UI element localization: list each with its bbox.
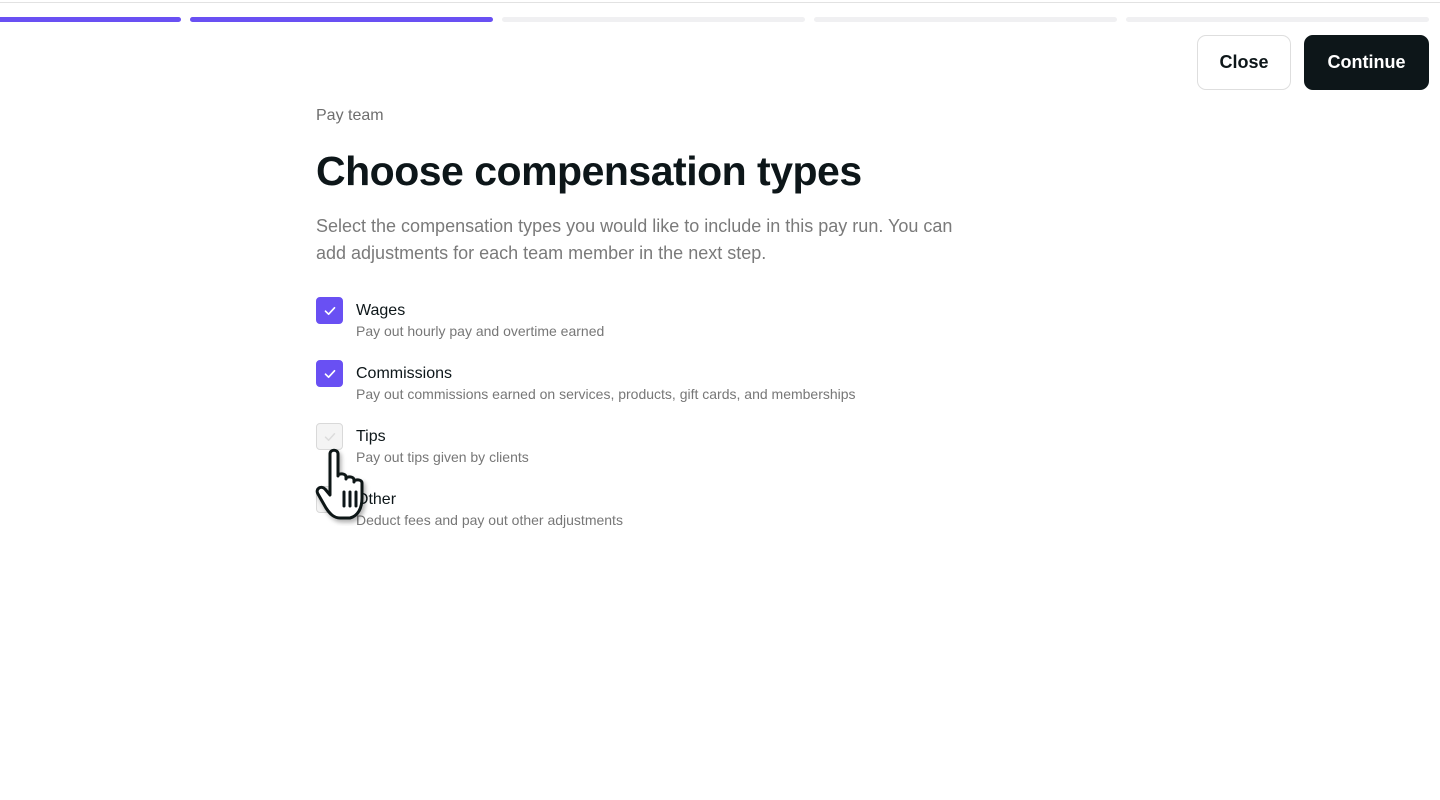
commissions-checkbox[interactable] <box>316 360 343 387</box>
wages-checkbox[interactable] <box>316 297 343 324</box>
progress-step-5 <box>1126 17 1429 22</box>
option-description: Pay out commissions earned on services, … <box>356 386 856 402</box>
other-checkbox[interactable] <box>316 486 343 513</box>
option-label: Wages <box>356 302 406 319</box>
option-commissions[interactable]: Commissions Pay out commissions earned o… <box>316 359 1016 422</box>
progress-bar <box>0 17 1440 22</box>
progress-step-1 <box>0 17 181 22</box>
close-button[interactable]: Close <box>1197 35 1291 90</box>
page-header: Pay team Choose compensation types Selec… <box>316 105 1016 267</box>
tips-checkbox[interactable] <box>316 423 343 450</box>
check-icon <box>324 432 335 441</box>
progress-step-3 <box>502 17 805 22</box>
option-wages[interactable]: Wages Pay out hourly pay and overtime ea… <box>316 296 1016 359</box>
option-label: Tips <box>356 428 386 445</box>
check-icon <box>324 306 335 315</box>
page-title: Choose compensation types <box>316 148 862 194</box>
continue-button[interactable]: Continue <box>1304 35 1429 90</box>
option-other[interactable]: Other Deduct fees and pay out other adju… <box>316 485 1016 548</box>
option-description: Deduct fees and pay out other adjustment… <box>356 512 623 528</box>
option-description: Pay out hourly pay and overtime earned <box>356 323 605 339</box>
progress-step-2 <box>190 17 493 22</box>
option-tips[interactable]: Tips Pay out tips given by clients <box>316 422 1016 485</box>
compensation-options: Wages Pay out hourly pay and overtime ea… <box>316 296 1016 548</box>
top-divider <box>0 2 1440 3</box>
option-description: Pay out tips given by clients <box>356 449 529 465</box>
option-label: Other <box>356 491 397 508</box>
progress-step-4 <box>814 17 1117 22</box>
option-label: Commissions <box>356 365 453 382</box>
page-subtitle: Select the compensation types you would … <box>316 216 953 263</box>
breadcrumb: Pay team <box>316 107 384 124</box>
check-icon <box>324 369 335 378</box>
